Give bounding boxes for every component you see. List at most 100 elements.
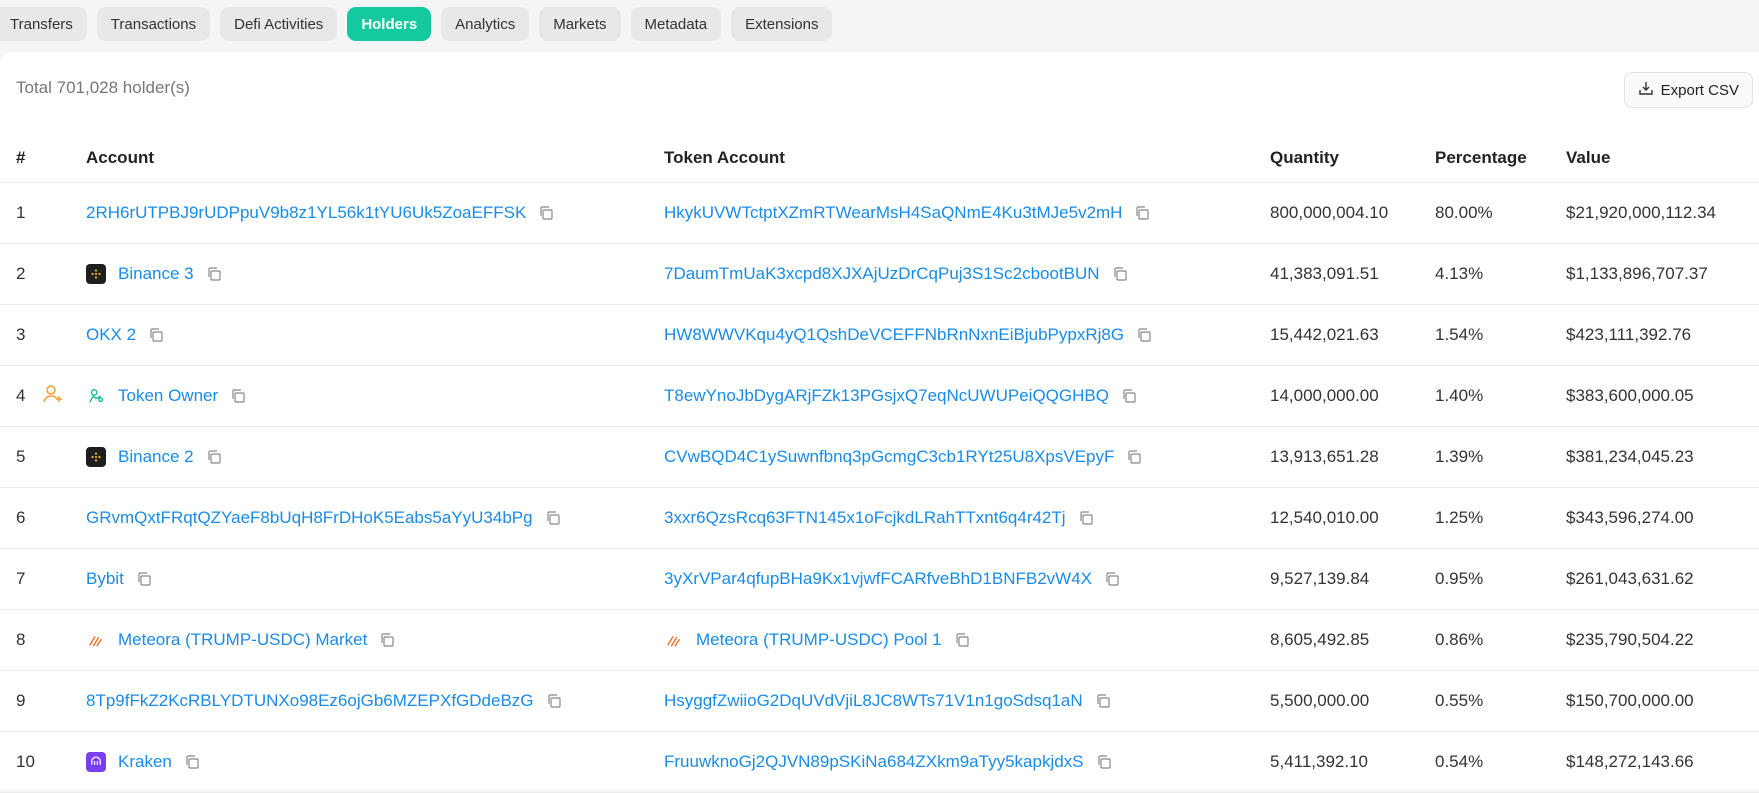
download-icon [1638,80,1654,100]
quantity-cell: 800,000,004.10 [1270,203,1389,222]
copy-icon[interactable] [1134,205,1150,221]
export-csv-label: Export CSV [1660,81,1739,99]
account-cell: Kraken [86,732,200,792]
account-cell: Binance 3 [86,244,222,304]
tab-extensions[interactable]: Extensions [731,7,833,41]
token-account-link[interactable]: 3xxr6QzsRcq63FTN145x1oFcjkdLRahTTxnt6q4r… [664,508,1066,528]
rank-cell: 2 [16,264,26,283]
token-account-cell: 3xxr6QzsRcq63FTN145x1oFcjkdLRahTTxnt6q4r… [664,488,1094,548]
tab-analytics[interactable]: Analytics [441,7,530,41]
account-link[interactable]: Token Owner [118,386,218,406]
token-account-link[interactable]: CVwBQD4C1ySuwnfbnq3pGcmgC3cb1RYt25U8XpsV… [664,447,1114,467]
quantity-cell: 9,527,139.84 [1270,569,1370,588]
table-row: 8 Meteora (TRUMP-USDC) Market Meteora (TRU… [0,610,1759,671]
col-account-header: Account [86,148,154,167]
copy-icon[interactable] [206,449,222,465]
copy-icon[interactable] [538,205,554,221]
quantity-cell: 8,605,492.85 [1270,630,1370,649]
holders-table: # Account Token Account Quantity Percent… [0,132,1759,793]
copy-icon[interactable] [379,632,395,648]
tab-markets[interactable]: Markets [539,7,621,41]
tab-metadata[interactable]: Metadata [630,7,722,41]
copy-icon[interactable] [1078,510,1094,526]
copy-icon[interactable] [1136,327,1152,343]
quantity-cell: 5,411,392.10 [1270,752,1368,771]
table-row: 4 Token Owner T8ewYnoJbDygARjFZk13PGsjxQ7e… [0,366,1759,427]
rank-cell: 5 [16,447,26,466]
copy-icon[interactable] [545,510,561,526]
token-account-cell: 7DaumTmUaK3xcpd8XJXAjUzDrCqPuj3S1Sc2cboo… [664,244,1128,304]
token-account-link[interactable]: FruuwknoGj2QJVN89pSKiNa684ZXkm9aTyy5kapk… [664,752,1084,772]
rank-cell: 6 [16,508,26,527]
copy-icon[interactable] [230,388,246,404]
token-account-link[interactable]: T8ewYnoJbDygARjFZk13PGsjxQ7eqNcUWUPeiQQG… [664,386,1109,406]
tab-transactions[interactable]: Transactions [96,7,211,41]
export-csv-button[interactable]: Export CSV [1623,72,1753,108]
copy-icon[interactable] [136,571,152,587]
table-row: 9 8Tp9fFkZ2KcRBLYDTUNXo98Ez6ojGb6MZEPXfGD… [0,671,1759,732]
quantity-cell: 13,913,651.28 [1270,447,1379,466]
percentage-cell: 0.86% [1435,630,1484,649]
binance-icon [86,264,106,284]
account-link[interactable]: 8Tp9fFkZ2KcRBLYDTUNXo98Ez6ojGb6MZEPXfGDd… [86,691,534,711]
account-link[interactable]: Kraken [118,752,172,772]
value-cell: $381,234,045.23 [1566,447,1694,466]
token-owner-icon [86,386,106,406]
copy-icon[interactable] [206,266,222,282]
account-cell: 8Tp9fFkZ2KcRBLYDTUNXo98Ez6ojGb6MZEPXfGDd… [86,671,562,731]
meteora-icon [664,630,684,650]
token-account-link[interactable]: HsyggfZwiioG2DqUVdVjiL8JC8WTs71V1n1goSds… [664,691,1083,711]
account-cell: Meteora (TRUMP-USDC) Market [86,610,395,670]
account-link[interactable]: 2RH6rUTPBJ9rUDPpuV9b8z1YL56k1tYU6Uk5ZoaE… [86,203,526,223]
percentage-cell: 1.54% [1435,325,1484,344]
copy-icon[interactable] [954,632,970,648]
owner-cell [42,366,64,426]
percentage-cell: 1.40% [1435,386,1484,405]
token-account-cell: HsyggfZwiioG2DqUVdVjiL8JC8WTs71V1n1goSds… [664,671,1111,731]
quantity-cell: 12,540,010.00 [1270,508,1379,527]
copy-icon[interactable] [1095,693,1111,709]
account-link[interactable]: Meteora (TRUMP-USDC) Market [118,630,367,650]
token-account-cell: HW8WWVKqu4yQ1QshDeVCEFFNbRnNxnEiBjubPypx… [664,305,1152,365]
col-token-account-header: Token Account [664,148,785,167]
rank-cell: 8 [16,630,26,649]
copy-icon[interactable] [148,327,164,343]
account-link[interactable]: Binance 3 [118,264,194,284]
copy-icon[interactable] [1126,449,1142,465]
token-account-link[interactable]: HkykUVWTctptXZmRTWearMsH4SaQNmE4Ku3tMJe5… [664,203,1122,223]
value-cell: $21,920,000,112.34 [1566,203,1716,222]
copy-icon[interactable] [1112,266,1128,282]
table-body: 1 2RH6rUTPBJ9rUDPpuV9b8z1YL56k1tYU6Uk5Zoa… [0,183,1759,793]
token-account-cell: FruuwknoGj2QJVN89pSKiNa684ZXkm9aTyy5kapk… [664,732,1112,792]
copy-icon[interactable] [1104,571,1120,587]
account-link[interactable]: Binance 2 [118,447,194,467]
percentage-cell: 1.39% [1435,447,1484,466]
value-cell: $148,272,143.66 [1566,752,1694,771]
col-quantity-header: Quantity [1270,148,1339,167]
tab-transfers[interactable]: Transfers [0,7,87,41]
token-account-link[interactable]: HW8WWVKqu4yQ1QshDeVCEFFNbRnNxnEiBjubPypx… [664,325,1124,345]
percentage-cell: 80.00% [1435,203,1493,222]
meteora-icon [86,630,106,650]
token-account-link[interactable]: Meteora (TRUMP-USDC) Pool 1 [696,630,942,650]
value-cell: $1,133,896,707.37 [1566,264,1708,283]
account-link[interactable]: GRvmQxtFRqtQZYaeF8bUqH8FrDHoK5Eabs5aYyU3… [86,508,533,528]
copy-icon[interactable] [1096,754,1112,770]
account-cell: Bybit [86,549,152,609]
copy-icon[interactable] [1121,388,1137,404]
tab-defi-activities[interactable]: Defi Activities [220,7,338,41]
copy-icon[interactable] [546,693,562,709]
table-header: # Account Token Account Quantity Percent… [0,132,1759,183]
account-link[interactable]: Bybit [86,569,124,589]
account-link[interactable]: OKX 2 [86,325,136,345]
value-cell: $150,700,000.00 [1566,691,1694,710]
quantity-cell: 14,000,000.00 [1270,386,1379,405]
tab-holders[interactable]: Holders [347,7,432,41]
total-holders: Total 701,028 holder(s) [16,78,190,97]
kraken-icon [86,752,106,772]
copy-icon[interactable] [184,754,200,770]
value-cell: $423,111,392.76 [1566,325,1692,344]
token-account-link[interactable]: 3yXrVPar4qfupBHa9Kx1vjwfFCARfveBhD1BNFB2… [664,569,1092,589]
account-cell: GRvmQxtFRqtQZYaeF8bUqH8FrDHoK5Eabs5aYyU3… [86,488,561,548]
token-account-link[interactable]: 7DaumTmUaK3xcpd8XJXAjUzDrCqPuj3S1Sc2cboo… [664,264,1100,284]
